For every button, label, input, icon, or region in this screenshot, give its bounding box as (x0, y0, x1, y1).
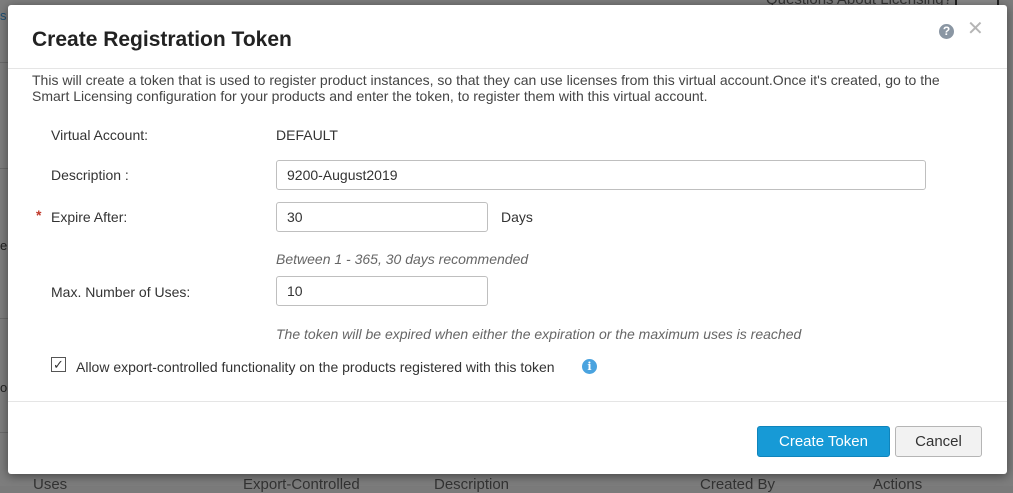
dialog-title: Create Registration Token (32, 28, 292, 51)
background-column-header-created-by: Created By (700, 476, 776, 493)
export-controlled-label[interactable]: Allow export-controlled functionality on… (76, 359, 555, 375)
virtual-account-value: DEFAULT (276, 127, 338, 143)
virtual-account-label: Virtual Account: (51, 127, 149, 143)
export-controlled-checkbox[interactable]: ✓ (51, 357, 66, 372)
expire-after-hint: Between 1 - 365, 30 days recommended (276, 251, 529, 267)
create-token-button[interactable]: Create Token (757, 426, 890, 457)
background-divider (0, 318, 8, 319)
background-link-fragment: s (0, 8, 7, 23)
background-text-fragment: e (0, 238, 8, 253)
help-icon[interactable]: ? (939, 24, 954, 39)
background-divider (0, 168, 8, 169)
max-uses-input[interactable] (276, 276, 488, 306)
dialog-intro-text: This will create a token that is used to… (32, 72, 940, 104)
cancel-button[interactable]: Cancel (895, 426, 982, 457)
description-label: Description : (51, 167, 129, 183)
max-uses-label: Max. Number of Uses: (51, 284, 191, 300)
background-column-header-description: Description (434, 476, 510, 493)
info-icon[interactable]: i (582, 359, 597, 374)
expire-after-label: Expire After: (51, 209, 128, 225)
description-input[interactable] (276, 160, 926, 190)
close-icon[interactable]: ✕ (967, 19, 984, 39)
background-text-fragment: o (0, 380, 8, 395)
max-uses-hint: The token will be expired when either th… (276, 326, 802, 342)
background-column-header-export: Export-Controlled (243, 476, 360, 493)
footer-divider (8, 401, 1007, 402)
background-column-header-actions: Actions (873, 476, 923, 493)
create-token-dialog: Create Registration Token ? ✕ This will … (8, 5, 1007, 474)
header-divider (8, 68, 1007, 69)
background-divider (0, 62, 8, 63)
expire-after-unit: Days (501, 209, 533, 225)
background-column-header-uses: Uses (33, 476, 68, 493)
expire-after-input[interactable] (276, 202, 488, 232)
background-divider (0, 432, 8, 433)
required-marker: * (36, 207, 42, 223)
